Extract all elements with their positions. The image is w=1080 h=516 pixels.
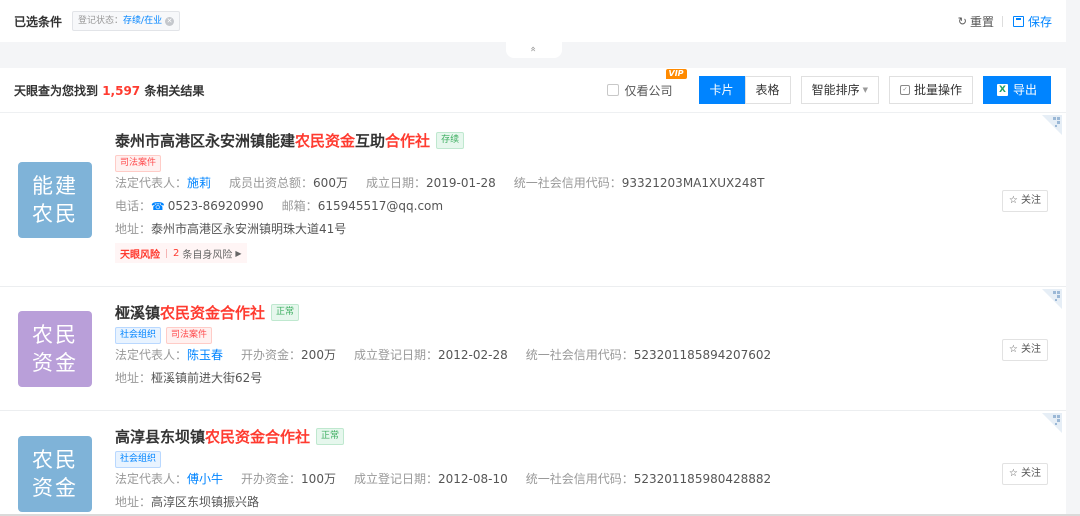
export-label: 导出 [1012, 83, 1037, 97]
company-card[interactable]: 农民 资金 桠溪镇农民资金合作社 正常 社会组织 司法案件 法定代表人：陈玉春开… [0, 287, 1066, 411]
collapse-filter-button[interactable]: » [506, 42, 562, 58]
tag-list: 司法案件 [115, 154, 976, 172]
company-title-line: 泰州市高港区永安洲镇能建农民资金互助合作社 存续 [115, 129, 976, 151]
only-company-checkbox[interactable]: 仅看公司 VIP [606, 68, 687, 99]
company-info: 桠溪镇农民资金合作社 正常 社会组织 司法案件 法定代表人：陈玉春 开办资金：20… [115, 301, 976, 390]
company-title-line: 桠溪镇农民资金合作社 正常 [115, 301, 976, 323]
filter-actions: ↻ 重置 保存 [958, 13, 1052, 30]
logo-text: 农民 [32, 448, 78, 472]
address: 桠溪镇前进大街62号 [151, 371, 263, 385]
filter-tag-label: 登记状态： [78, 16, 124, 26]
only-company-label: 仅看公司 [624, 83, 673, 98]
company-info: 泰州市高港区永安洲镇能建农民资金互助合作社 存续 司法案件 法定代表人：施莉 成员… [115, 129, 976, 263]
risk-badge[interactable]: 天眼风险 2 条自身风险 ▶ [115, 243, 247, 263]
follow-button[interactable]: ☆ 关注 [1001, 190, 1048, 212]
tag-list: 社会组织 司法案件 [115, 326, 976, 344]
result-suffix: 条相关结果 [144, 83, 205, 98]
caret-down-icon: ▼ [862, 86, 868, 94]
basic-info-line: 法定代表人：傅小牛 开办资金：100万 成立登记日期：2012-08-10 统一社会信… [115, 472, 772, 486]
address-line: 地址：桠溪镇前进大街62号 [115, 371, 263, 385]
double-chevron-up-icon: » [528, 45, 539, 53]
sort-dropdown[interactable]: 智能排序 ▼ [800, 76, 879, 104]
triangle-right-icon: ▶ [235, 248, 242, 258]
qrcode-icon[interactable] [1042, 413, 1062, 433]
email[interactable]: 615945517@qq.com [318, 199, 443, 213]
address-line: 地址：高淳区东坝镇振兴路 [115, 495, 260, 509]
tag-judicial[interactable]: 司法案件 [115, 154, 162, 172]
follow-button[interactable]: ☆ 关注 [1001, 339, 1048, 361]
risk-count: 2 [173, 247, 180, 259]
checkbox[interactable] [606, 84, 619, 96]
company-card[interactable]: 农民 资金 高淳县东坝镇农民资金合作社 正常 社会组织 法定代表人：傅小牛 开办资… [0, 411, 1066, 514]
company-logo[interactable]: 农民 资金 [18, 311, 92, 387]
address: 泰州市高港区永安洲镇明珠大道41号 [151, 222, 347, 236]
reset-label: 重置 [969, 14, 994, 29]
logo-text: 资金 [32, 351, 78, 375]
logo-text: 农民 [32, 323, 78, 347]
qrcode-icon[interactable] [1042, 115, 1062, 135]
close-icon[interactable]: ✕ [165, 16, 175, 26]
save-icon [1012, 15, 1024, 27]
company-name[interactable]: 桠溪镇农民资金合作社 [115, 302, 265, 323]
card-view-button[interactable]: 卡片 [698, 76, 745, 104]
star-icon: ☆ [1008, 468, 1018, 479]
star-icon: ☆ [1008, 195, 1018, 206]
tag-social-org[interactable]: 社会组织 [115, 450, 162, 468]
refresh-icon: ↻ [957, 14, 967, 28]
batch-operation-button[interactable]: ✓ 批量操作 [888, 76, 973, 104]
legal-rep-link[interactable]: 施莉 [187, 176, 211, 190]
results-toolbar: 仅看公司 VIP 卡片 表格 智能排序 ▼ ✓ 批量操作 X 导出 [606, 68, 1051, 104]
risk-text: 条自身风险 [182, 249, 233, 261]
export-button[interactable]: X 导出 [982, 76, 1051, 104]
reset-button[interactable]: ↻ 重置 [958, 13, 994, 30]
divider [1001, 15, 1003, 27]
excel-icon: X [996, 84, 1008, 96]
batch-label: 批量操作 [913, 83, 962, 97]
star-icon: ☆ [1008, 344, 1018, 355]
tag-judicial[interactable]: 司法案件 [166, 326, 213, 344]
save-button[interactable]: 保存 [1012, 13, 1052, 30]
company-name[interactable]: 泰州市高港区永安洲镇能建农民资金互助合作社 [115, 130, 430, 151]
filter-bar: 已选条件 登记状态： 存续/在业 ✕ ↻ 重置 保存 [0, 0, 1066, 42]
company-logo[interactable]: 能建 农民 [18, 162, 92, 238]
address-line: 地址：泰州市高港区永安洲镇明珠大道41号 [115, 222, 347, 236]
phone-icon: ☎ [151, 200, 165, 213]
result-count: 天眼查为您找到 1,597 条相关结果 [14, 82, 204, 99]
results-header: 天眼查为您找到 1,597 条相关结果 仅看公司 VIP 卡片 表格 智能排序 … [0, 68, 1066, 113]
legal-rep-link[interactable]: 陈玉春 [187, 348, 223, 362]
company-card[interactable]: 能建 农民 泰州市高港区永安洲镇能建农民资金互助合作社 存续 司法案件 法定代表… [0, 113, 1066, 287]
logo-text: 资金 [32, 476, 78, 500]
status-badge: 正常 [316, 427, 345, 445]
risk-title: 天眼风险 [120, 249, 160, 261]
result-prefix: 天眼查为您找到 [14, 83, 99, 98]
tag-social-org[interactable]: 社会组织 [115, 326, 162, 344]
basic-info-line: 法定代表人：施莉 成员出资总额：600万 成立日期：2019-01-28 统一社会信用… [115, 176, 765, 190]
qrcode-icon[interactable] [1042, 289, 1062, 309]
filter-tag-value: 存续/在业 [123, 16, 163, 26]
result-number: 1,597 [102, 83, 141, 98]
address: 高淳区东坝镇振兴路 [151, 495, 260, 509]
filter-tag-status[interactable]: 登记状态： 存续/在业 ✕ [72, 11, 181, 31]
filter-title: 已选条件 [14, 14, 63, 29]
company-title-line: 高淳县东坝镇农民资金合作社 正常 [115, 425, 976, 447]
logo-text: 农民 [32, 202, 78, 226]
checklist-icon: ✓ [899, 85, 910, 95]
follow-button[interactable]: ☆ 关注 [1001, 463, 1048, 485]
status-badge: 正常 [271, 303, 300, 321]
legal-rep-link[interactable]: 傅小牛 [187, 472, 223, 486]
tag-list: 社会组织 [115, 450, 976, 468]
contact-line: 电话：☎ 0523-86920990 邮箱：615945517@qq.com [115, 199, 444, 213]
status-badge: 存续 [436, 131, 465, 149]
company-logo[interactable]: 农民 资金 [18, 436, 92, 512]
sort-label: 智能排序 [811, 83, 860, 97]
phone-number[interactable]: 0523-86920990 [168, 199, 264, 213]
save-label: 保存 [1027, 14, 1052, 29]
basic-info-line: 法定代表人：陈玉春 开办资金：200万 成立登记日期：2012-02-28 统一社会信… [115, 348, 772, 362]
logo-text: 能建 [32, 174, 78, 198]
vip-badge: VIP [665, 68, 687, 79]
company-info: 高淳县东坝镇农民资金合作社 正常 社会组织 法定代表人：傅小牛 开办资金：100万… [115, 425, 976, 514]
company-name[interactable]: 高淳县东坝镇农民资金合作社 [115, 426, 310, 447]
table-view-button[interactable]: 表格 [744, 76, 791, 104]
